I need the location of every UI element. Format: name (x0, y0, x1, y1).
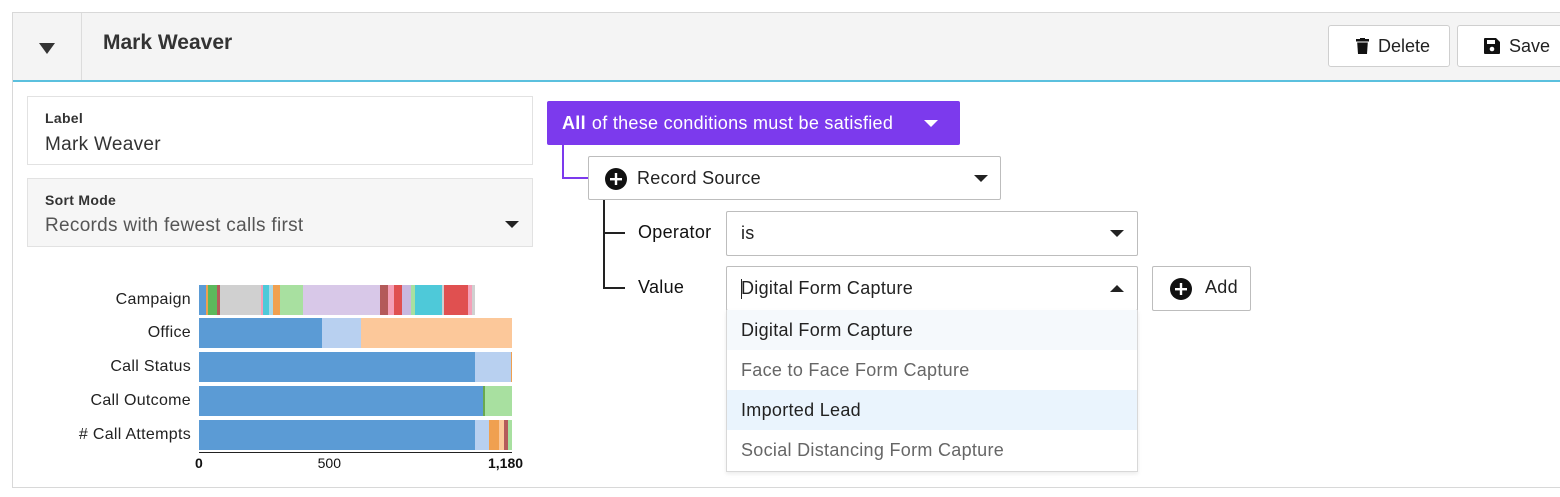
chart-bar-segment[interactable] (379, 285, 388, 315)
chart-tick-label: 0 (195, 455, 203, 471)
condition-field-select[interactable]: Record Source (588, 156, 1001, 200)
label-field[interactable]: Label Mark Weaver (27, 96, 533, 165)
value-dropdown-menu: Digital Form Capture Face to Face Form C… (726, 310, 1138, 472)
chart-bar-segment[interactable] (280, 285, 303, 315)
connector-line (603, 232, 625, 234)
connector-line (562, 145, 564, 179)
chart-bar (199, 352, 512, 382)
sort-mode-select[interactable]: Sort Mode Records with fewest calls firs… (27, 178, 533, 247)
text-cursor (741, 279, 742, 299)
chart-x-axis (199, 452, 512, 453)
panel-header: Mark Weaver Delete Save (13, 13, 1560, 82)
dropdown-option[interactable]: Digital Form Capture (727, 310, 1137, 350)
record-filter-panel: Mark Weaver Delete Save Label Mark Weave… (12, 12, 1560, 488)
chart-bar-segment[interactable] (199, 386, 483, 416)
chart-tick-label: 500 (317, 455, 341, 471)
connector-line (562, 177, 589, 179)
caret-down-icon (974, 175, 988, 182)
chart-bar-segment[interactable] (387, 285, 395, 315)
caret-down-icon (1110, 230, 1124, 237)
save-button[interactable]: Save (1457, 25, 1560, 67)
operator-value: is (741, 223, 755, 243)
chart-bar-segment[interactable] (510, 352, 512, 382)
chart-bar (199, 386, 512, 416)
trash-icon (1356, 38, 1369, 54)
chart-bar-segment[interactable] (199, 318, 323, 348)
value-input-text: Digital Form Capture (741, 278, 914, 298)
chart-bar-segment[interactable] (360, 318, 512, 348)
page-title: Mark Weaver (103, 31, 233, 54)
chart-bar (199, 318, 512, 348)
dropdown-option[interactable]: Face to Face Form Capture (727, 350, 1137, 390)
chart-bar-segment[interactable] (474, 352, 511, 382)
chart-bar-segment[interactable] (219, 285, 261, 315)
delete-button[interactable]: Delete (1328, 25, 1450, 67)
connector-line (603, 200, 605, 288)
chart-bar-segment[interactable] (207, 285, 218, 315)
collapse-toggle[interactable] (13, 13, 82, 80)
chart-bar-segment[interactable] (444, 285, 469, 315)
chart-bar-segment[interactable] (273, 285, 281, 315)
sort-mode-label: Sort Mode (45, 192, 117, 208)
chart-bar-segment[interactable] (402, 285, 412, 315)
plus-circle-icon (605, 168, 627, 190)
sort-mode-value: Records with fewest calls first (45, 215, 304, 236)
chart-bar-segment[interactable] (507, 420, 512, 450)
plus-circle-icon (1170, 278, 1192, 300)
chart-bar-segment[interactable] (199, 285, 206, 315)
caret-down-icon (39, 43, 55, 54)
chart-tick-label: 1,180 (488, 455, 524, 471)
dropdown-option[interactable]: Imported Lead (727, 390, 1137, 430)
delete-label: Delete (1378, 35, 1431, 56)
label-field-value: Mark Weaver (45, 134, 161, 155)
caret-down-icon (505, 221, 519, 228)
chart-bar-segment[interactable] (474, 420, 490, 450)
chart-bar-segment[interactable] (199, 352, 475, 382)
save-label: Save (1509, 35, 1551, 56)
chart-category-label: # Call Attempts (78, 426, 191, 443)
chart-bar-segment[interactable] (394, 285, 403, 315)
operator-select[interactable]: is (726, 211, 1138, 256)
chart-bar (199, 285, 512, 315)
chart-bar-segment[interactable] (302, 285, 380, 315)
chart-bar (199, 420, 512, 450)
label-field-label: Label (45, 110, 84, 126)
caret-down-icon (924, 120, 938, 127)
operator-label: Operator (638, 222, 712, 242)
chart-bar-segment[interactable] (322, 318, 361, 348)
chart-category-label: Call Outcome (90, 392, 191, 409)
chart-bar-segment[interactable] (199, 420, 475, 450)
dropdown-option[interactable]: Social Distancing Form Capture (727, 430, 1137, 470)
chart-bar-segment[interactable] (489, 420, 499, 450)
chart-category-label: Office (147, 324, 191, 341)
chart-category-label: Call Status (110, 358, 191, 375)
chart-bar-segment[interactable] (472, 285, 475, 315)
caret-up-icon (1110, 285, 1124, 292)
add-label: Add (1205, 277, 1238, 297)
connector-line (603, 287, 625, 289)
chart-category-label: Campaign (115, 291, 191, 308)
save-icon (1484, 38, 1500, 54)
condition-field-value: Record Source (637, 168, 761, 188)
value-label: Value (638, 277, 685, 297)
chart-bar-segment[interactable] (485, 386, 512, 416)
chart-bar-segment[interactable] (415, 285, 442, 315)
value-input[interactable]: Digital Form Capture (726, 266, 1138, 311)
condition-mode-dropdown[interactable]: All of these conditions must be satisfie… (547, 101, 960, 145)
condition-mode-strong: All (562, 112, 586, 133)
add-button[interactable]: Add (1152, 266, 1251, 311)
condition-mode-text: of these conditions must be satisfied (591, 112, 894, 133)
